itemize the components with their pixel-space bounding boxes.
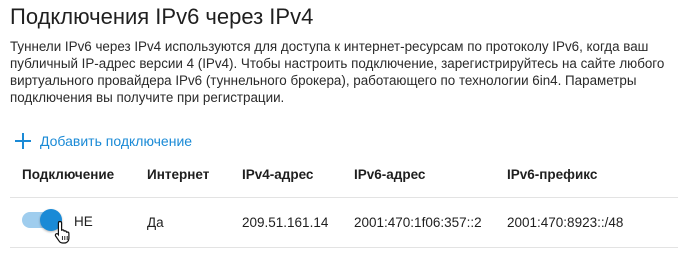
add-connection-button[interactable]: Добавить подключение — [14, 132, 192, 150]
column-header-internet: Интернет — [147, 167, 210, 182]
column-header-ipv6: IPv6-адрес — [354, 167, 426, 182]
add-connection-label: Добавить подключение — [40, 133, 193, 149]
connection-status: НЕ — [74, 214, 93, 229]
cell-ipv6: 2001:470:1f06:357::2 — [354, 215, 482, 230]
toggle-knob — [40, 209, 62, 231]
connections-table: Подключение Интернет IPv4-адрес IPv6-адр… — [10, 152, 678, 248]
table-header: Подключение Интернет IPv4-адрес IPv6-адр… — [10, 152, 678, 198]
connection-toggle[interactable] — [22, 209, 62, 231]
plus-icon — [15, 133, 31, 149]
page-title: Подключения IPv6 через IPv4 — [10, 4, 314, 29]
column-header-ipv6-prefix: IPv6-префикс — [507, 167, 598, 182]
column-header-ipv4: IPv4-адрес — [242, 167, 314, 182]
column-header-connection: Подключение — [22, 167, 115, 182]
cell-internet: Да — [147, 215, 164, 230]
page-description: Туннели IPv6 через IPv4 используются для… — [10, 39, 665, 105]
table-row[interactable]: НЕ Да 209.51.161.14 2001:470:1f06:357::2… — [10, 198, 678, 248]
cell-ipv6-prefix: 2001:470:8923::/48 — [507, 215, 624, 230]
cell-ipv4: 209.51.161.14 — [242, 215, 329, 230]
